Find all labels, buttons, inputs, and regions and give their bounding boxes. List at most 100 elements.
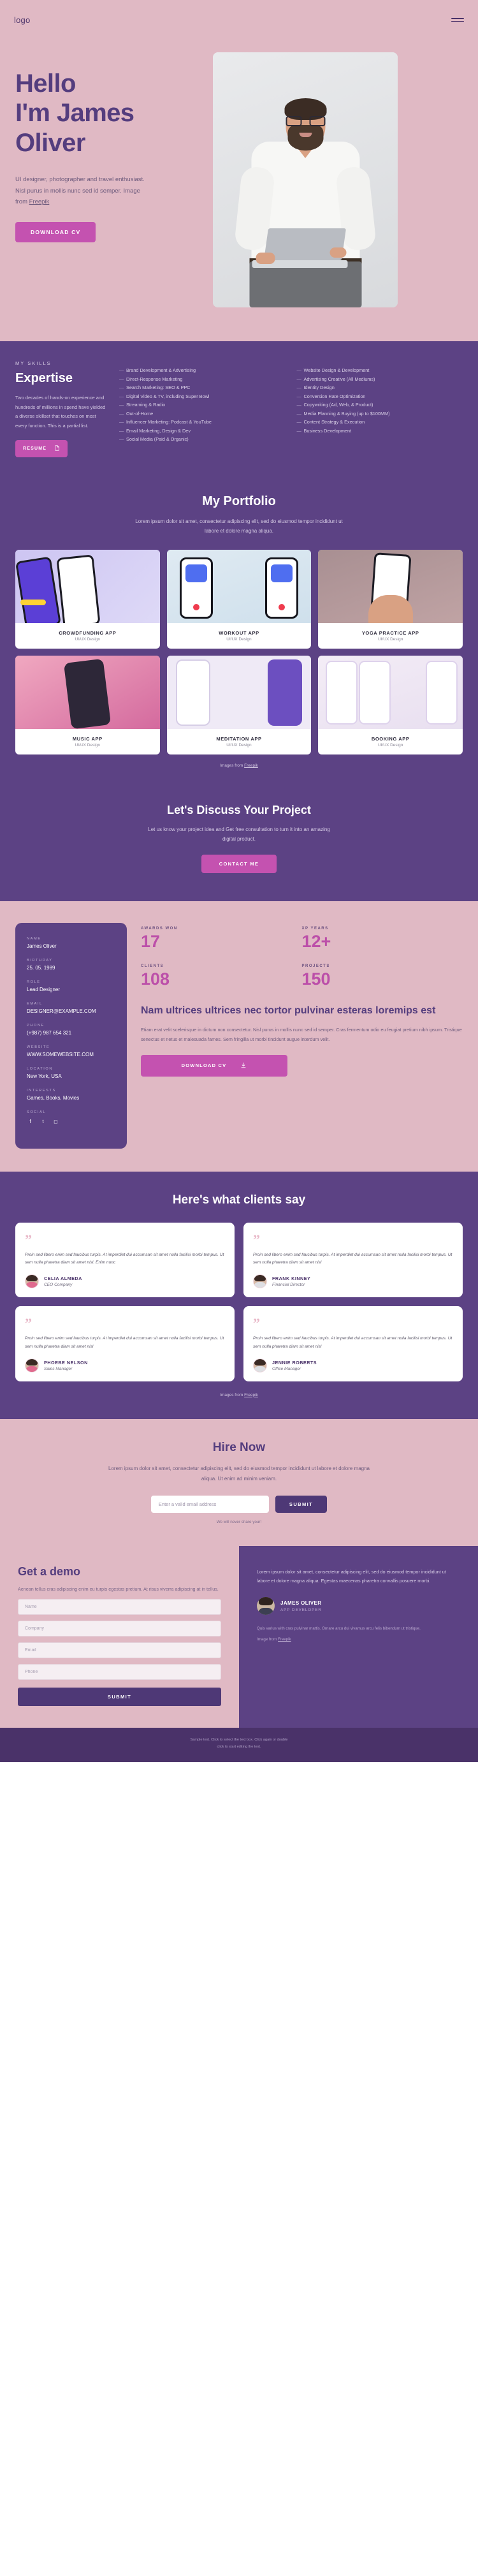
portfolio-card[interactable]: WORKOUT APP UI/UX Design <box>166 549 312 649</box>
skill-item: Advertising Creative (All Mediums) <box>297 376 463 384</box>
portfolio-item-name: WORKOUT APP <box>219 629 259 636</box>
demo-field-email[interactable] <box>18 1642 221 1659</box>
demo-right-paragraph: Lorem ipsum dolor sit amet, consectetur … <box>257 1568 446 1584</box>
testimonial-role: Sales Manager <box>44 1366 73 1371</box>
info-value: (+987) 987 654 321 <box>27 1030 72 1036</box>
stat-label: CLIENTS <box>141 964 164 969</box>
skill-item: Content Strategy & Execution <box>297 418 463 427</box>
twitter-icon[interactable]: t <box>40 1118 47 1125</box>
demo-form-panel: Get a demo Aenean tellus cras adipiscing… <box>0 1545 239 1728</box>
skills-section: MY SKILLS Expertise Two decades of hands… <box>0 341 478 483</box>
instagram-icon[interactable]: ◻ <box>52 1118 59 1125</box>
portfolio-card[interactable]: CROWDFUNDING APP UI/UX Design <box>15 549 160 649</box>
demo-credit: Image from Freepik <box>257 1637 460 1642</box>
contact-me-button[interactable]: CONTACT ME <box>201 855 277 874</box>
demo-credit-link[interactable]: Freepik <box>278 1637 291 1642</box>
hamburger-menu-icon[interactable] <box>451 18 464 22</box>
personal-info-card: NAME James Oliver BIRTHDAY 25. 05. 1989 ROLE… <box>15 923 127 1149</box>
portfolio-card[interactable]: MEDITATION APP UI/UX Design <box>166 655 312 754</box>
site-logo[interactable]: logo <box>14 15 30 25</box>
profile-section: NAME James Oliver BIRTHDAY 25. 05. 1989 ROLE… <box>0 901 478 1172</box>
portfolio-title: My Portfolio <box>202 494 276 508</box>
stat-label: PROJECTS <box>301 964 330 969</box>
demo-person-role: APP DEVELOPER <box>280 1607 322 1612</box>
info-row: NAME James Oliver <box>27 937 115 949</box>
hero-paragraph: UI designer, photographer and travel ent… <box>15 174 152 208</box>
testimonial-card: ” Proin sed libero enim sed faucibus turp… <box>15 1223 235 1298</box>
stat-value: 150 <box>301 969 331 989</box>
portfolio-credit-prefix: Images from <box>220 763 245 768</box>
portfolio-card[interactable]: BOOKING APP UI/UX Design <box>318 655 463 754</box>
testimonial-name: CELIA ALMEDA <box>44 1276 82 1282</box>
demo-small-text: Quis varius with cras pulvinar mattis. O… <box>257 1626 421 1631</box>
stat-value: 12+ <box>301 932 331 952</box>
facebook-icon[interactable]: f <box>27 1118 34 1125</box>
demo-avatar <box>257 1597 275 1616</box>
discuss-title: Let's Discuss Your Project <box>167 803 311 816</box>
testimonial-author: CELIA ALMEDA CEO Company <box>25 1274 225 1289</box>
portfolio-thumbnail <box>15 549 160 623</box>
hero-portrait-image <box>213 52 398 307</box>
portfolio-credit: Images from Freepik <box>15 763 463 768</box>
skill-item: Streaming & Radio <box>119 401 286 409</box>
stat-label: AWARDS WON <box>141 927 178 931</box>
skills-eyebrow: MY SKILLS <box>15 360 52 366</box>
portfolio-item-name: MEDITATION APP <box>216 735 262 742</box>
testimonials-credit-prefix: Images from <box>220 1392 245 1397</box>
hire-form: SUBMIT <box>15 1495 463 1513</box>
testimonial-text: Proin sed libero enim sed faucibus turpi… <box>253 1336 453 1349</box>
skill-item: Brand Development & Advertising <box>119 367 286 375</box>
portfolio-item-name: CROWDFUNDING APP <box>59 629 117 636</box>
social-row: SOCIAL f t ◻ <box>27 1110 115 1125</box>
skill-item: Media Planning & Buying (up to $100MM) <box>297 410 463 418</box>
quote-icon: ” <box>25 1232 32 1248</box>
portfolio-card[interactable]: MUSIC APP UI/UX Design <box>15 655 160 754</box>
quote-icon: ” <box>253 1232 260 1248</box>
hire-email-input[interactable] <box>150 1495 269 1513</box>
demo-field-name[interactable] <box>18 1599 221 1616</box>
portfolio-thumbnail <box>15 655 160 729</box>
portfolio-card[interactable]: YOGA PRACTICE APP UI/UX Design <box>318 549 463 649</box>
portfolio-section: My Portfolio Lorem ipsum dolor sit amet,… <box>0 482 478 787</box>
stat-label: XP YEARS <box>301 927 329 931</box>
info-row: INTERESTS Games, Books, Movies <box>27 1089 115 1101</box>
profile-download-cv-button[interactable]: DOWNLOAD CV <box>141 1054 287 1077</box>
info-label: BIRTHDAY <box>27 959 53 963</box>
footer-line-2: click to start editing the text. <box>217 1745 261 1749</box>
demo-field-company[interactable] <box>18 1621 221 1637</box>
testimonials-credit-link[interactable]: Freepik <box>244 1393 258 1397</box>
info-label: EMAIL <box>27 1002 43 1006</box>
info-value: Games, Books, Movies <box>27 1095 80 1101</box>
hire-paragraph: Lorem ipsum dolor sit amet, consectetur … <box>108 1465 370 1482</box>
testimonial-name: PHOEBE NELSON <box>44 1359 88 1365</box>
demo-submit-button[interactable]: SUBMIT <box>18 1688 221 1707</box>
portfolio-item-name: BOOKING APP <box>371 735 410 742</box>
page-footer: Sample text. Click to select the text bo… <box>0 1728 478 1762</box>
testimonial-author: JENNIE ROBERTS Office Manager <box>253 1358 453 1373</box>
testimonial-text: Proin sed libero enim sed faucibus turpi… <box>253 1253 453 1265</box>
social-label: SOCIAL <box>27 1110 47 1115</box>
hire-submit-button[interactable]: SUBMIT <box>275 1495 328 1513</box>
skill-item: Out-of-Home <box>119 410 286 418</box>
info-value: WWW.SOMEWEBSITE.COM <box>27 1052 94 1058</box>
demo-paragraph: Aenean tellus cras adipiscing enim eu tu… <box>18 1586 219 1592</box>
testimonial-name: FRANK KINNEY <box>272 1276 311 1282</box>
testimonial-author: PHOEBE NELSON Sales Manager <box>25 1358 225 1373</box>
stat-block: XP YEARS 12+ <box>302 927 463 950</box>
hero-text-block: Hello I'm James Oliver UI designer, phot… <box>15 48 206 307</box>
quote-icon: ” <box>25 1315 32 1332</box>
skill-item: Email Marketing, Design & Dev <box>119 427 286 436</box>
hero-title-line-2: I'm James <box>15 99 134 128</box>
resume-button[interactable]: RESUME <box>15 439 68 457</box>
demo-person: JAMES OLIVER APP DEVELOPER <box>257 1597 460 1616</box>
testimonial-card: ” Proin sed libero enim sed faucibus turp… <box>15 1306 235 1381</box>
profile-download-cv-label: DOWNLOAD CV <box>181 1063 227 1069</box>
download-cv-button[interactable]: DOWNLOAD CV <box>15 221 96 242</box>
demo-field-phone[interactable] <box>18 1664 221 1681</box>
skill-item: Website Design & Development <box>297 367 463 375</box>
info-label: ROLE <box>27 980 41 985</box>
hero-credit-link[interactable]: Freepik <box>29 198 50 205</box>
stat-block: AWARDS WON 17 <box>141 927 302 950</box>
portfolio-credit-link[interactable]: Freepik <box>244 763 258 768</box>
footer-line-1: Sample text. Click to select the text bo… <box>190 1738 288 1742</box>
